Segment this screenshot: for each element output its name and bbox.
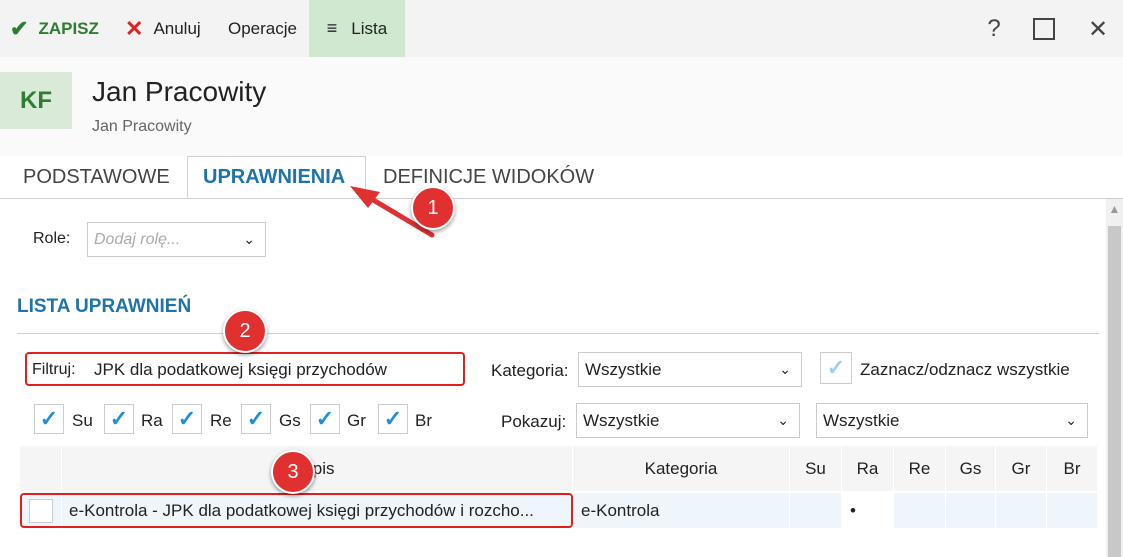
checkbox-su[interactable]: ✓ xyxy=(34,404,64,434)
chevron-down-icon: ⌄ xyxy=(243,231,255,247)
table-row-re[interactable] xyxy=(894,493,946,528)
table-row-kategoria[interactable]: e-Kontrola xyxy=(573,493,790,528)
checkbox-ra-label: Ra xyxy=(141,411,163,430)
section-title: LISTA UPRAWNIEŃ xyxy=(17,296,192,317)
window-close-icon[interactable]: ✕ xyxy=(1083,14,1113,44)
table-header-opis[interactable]: Opis xyxy=(62,446,573,491)
table-header-su[interactable]: Su xyxy=(790,446,842,491)
show-select-1[interactable]: Wszystkie ⌄ xyxy=(576,403,800,438)
checkbox-br-label: Br xyxy=(415,411,432,430)
category-value: Wszystkie xyxy=(585,359,662,379)
role-select[interactable]: Dodaj rolę... ⌄ xyxy=(87,222,266,257)
divider xyxy=(17,333,1099,334)
scrollbar-thumb[interactable] xyxy=(1108,226,1121,557)
table-header-kategoria[interactable]: Kategoria xyxy=(573,446,790,491)
chevron-down-icon: ⌄ xyxy=(777,412,789,428)
cancel-label: Anuluj xyxy=(153,18,201,38)
table-header-re[interactable]: Re xyxy=(894,446,946,491)
table-header-ra[interactable]: Ra xyxy=(842,446,894,491)
table-header-gr[interactable]: Gr xyxy=(996,446,1047,491)
table-row-su[interactable] xyxy=(790,493,842,528)
checkbox-gs-label: Gs xyxy=(279,411,301,430)
checkbox-ra[interactable]: ✓ xyxy=(104,404,134,434)
save-button[interactable]: ✔ ZAPISZ xyxy=(10,0,99,57)
table-row-ra[interactable]: • xyxy=(842,493,894,528)
select-all-checkbox[interactable]: ✓ xyxy=(820,352,852,384)
category-label: Kategoria: xyxy=(491,361,569,380)
hamburger-icon: ≡ xyxy=(326,18,338,38)
role-label: Role: xyxy=(33,230,71,247)
save-label: ZAPISZ xyxy=(38,18,99,38)
show-select-2[interactable]: Wszystkie ⌄ xyxy=(816,403,1088,438)
checkbox-su-label: Su xyxy=(72,411,93,430)
show-value-1: Wszystkie xyxy=(583,410,660,430)
table-row-br[interactable] xyxy=(1047,493,1098,528)
show-value-2: Wszystkie xyxy=(823,410,900,430)
list-label: Lista xyxy=(351,18,388,38)
cancel-button[interactable]: ✕ Anuluj xyxy=(125,0,201,57)
show-label: Pokazuj: xyxy=(501,412,567,431)
checkbox-gr-label: Gr xyxy=(347,411,366,430)
operations-label: Operacje xyxy=(228,18,297,38)
role-placeholder: Dodaj rolę... xyxy=(94,230,181,248)
select-all-label: Zaznacz/odznacz wszystkie xyxy=(860,360,1070,379)
checkbox-br[interactable]: ✓ xyxy=(378,404,408,434)
checkmark-icon: ✔ xyxy=(10,15,29,41)
close-icon: ✕ xyxy=(125,15,144,41)
tab-podstawowe[interactable]: PODSTAWOWE xyxy=(23,166,170,189)
table-header-select xyxy=(20,446,62,491)
scroll-up-icon[interactable]: ▲ xyxy=(1106,202,1123,220)
annotation-badge-2: 2 xyxy=(223,309,267,353)
checkbox-re-label: Re xyxy=(210,411,232,430)
maximize-icon[interactable] xyxy=(1029,14,1059,44)
employee-name: Jan Pracowity xyxy=(92,76,267,107)
list-button[interactable]: ≡ Lista xyxy=(309,0,405,57)
table-row-gs[interactable] xyxy=(946,493,996,528)
checkbox-gr[interactable]: ✓ xyxy=(310,404,340,434)
table-header-gs[interactable]: Gs xyxy=(946,446,996,491)
category-select[interactable]: Wszystkie ⌄ xyxy=(578,352,802,387)
chevron-down-icon: ⌄ xyxy=(1065,412,1077,428)
chevron-down-icon: ⌄ xyxy=(779,361,791,377)
employee-subname: Jan Pracowity xyxy=(92,118,192,135)
annotation-badge-1: 1 xyxy=(411,186,455,230)
table-row-gr[interactable] xyxy=(996,493,1047,528)
checkbox-re[interactable]: ✓ xyxy=(172,404,202,434)
tab-uprawnienia[interactable]: UPRAWNIENIA xyxy=(203,166,345,189)
avatar: KF xyxy=(0,72,72,129)
annotation-badge-3: 3 xyxy=(271,450,315,494)
checkbox-gs[interactable]: ✓ xyxy=(241,404,271,434)
annotation-highlight-filter xyxy=(25,352,465,386)
help-icon[interactable]: ? xyxy=(979,14,1009,44)
operations-button[interactable]: Operacje xyxy=(228,0,297,57)
annotation-highlight-row xyxy=(20,493,573,528)
table-header-br[interactable]: Br xyxy=(1047,446,1098,491)
